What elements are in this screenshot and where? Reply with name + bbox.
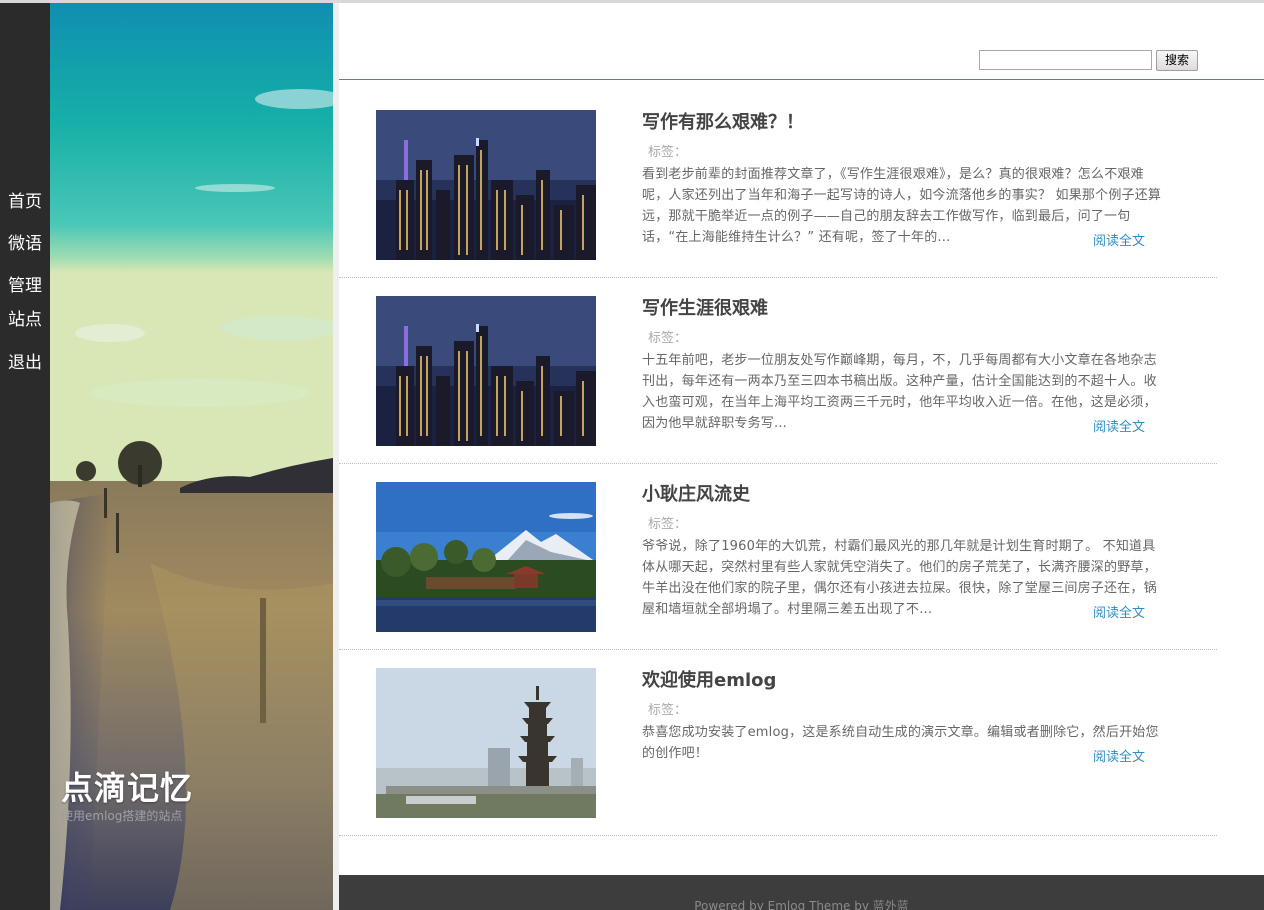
header-divider: [339, 79, 1264, 80]
post-tags: 标签：: [648, 331, 688, 346]
post-title[interactable]: 小耿庄风流史: [642, 480, 750, 506]
read-more-link[interactable]: 阅读全文: [1093, 746, 1145, 765]
read-more-link[interactable]: 阅读全文: [1093, 602, 1145, 621]
post-excerpt: 恭喜您成功安装了emlog，这是系统自动生成的演示文章。编辑或者删除它，然后开始…: [642, 725, 1159, 761]
post-item: 写作有那么艰难？！ 标签： 看到老步前辈的封面推荐文章了，《写作生涯很艰难》，是…: [339, 92, 1217, 278]
hero-banner: 点滴记忆 使用emlog搭建的站点: [50, 3, 333, 910]
post-thumbnail[interactable]: [376, 296, 596, 446]
nav-home[interactable]: 首页: [8, 192, 42, 212]
post-tags: 标签：: [648, 517, 688, 532]
search-button[interactable]: 搜索: [1156, 50, 1198, 71]
post-thumbnail[interactable]: [376, 110, 596, 260]
city-night-image: [376, 296, 596, 446]
pagoda-image: [376, 668, 596, 818]
read-more-link[interactable]: 阅读全文: [1093, 416, 1145, 435]
site-title[interactable]: 点滴记忆: [61, 763, 193, 809]
footer-credits: Powered by Emlog Theme by 蓝外蓝: [694, 899, 909, 910]
post-thumbnail[interactable]: [376, 668, 596, 818]
nav-logout[interactable]: 退出: [8, 353, 42, 373]
post-tags: 标签：: [648, 703, 688, 718]
post-title[interactable]: 写作有那么艰难？！: [642, 108, 804, 134]
post-title[interactable]: 写作生涯很艰难: [642, 294, 768, 320]
site-subtitle: 使用emlog搭建的站点: [61, 809, 183, 823]
post-excerpt: 十五年前吧，老步一位朋友处写作巅峰期，每月，不，几乎每周都有大小文章在各地杂志刊…: [642, 353, 1157, 431]
post-tags: 标签：: [648, 145, 688, 160]
main-content: 搜索 写作有那么艰难？！ 标签： 看到老步前辈的封面推荐文章了，《写作生涯很艰难…: [339, 3, 1264, 910]
footer: Powered by Emlog Theme by 蓝外蓝: [339, 875, 1264, 910]
search-input[interactable]: [979, 50, 1152, 70]
post-excerpt: 爷爷说，除了1960年的大饥荒，村霸们最风光的那几年就是计划生育时期了。 不知道…: [642, 539, 1157, 617]
post-item: 小耿庄风流史 标签： 爷爷说，除了1960年的大饥荒，村霸们最风光的那几年就是计…: [339, 464, 1217, 650]
post-item: 欢迎使用emlog 标签： 恭喜您成功安装了emlog，这是系统自动生成的演示文…: [339, 650, 1217, 836]
nav-admin[interactable]: 管理: [8, 276, 42, 296]
post-excerpt: 看到老步前辈的封面推荐文章了，《写作生涯很艰难》，是么？真的很艰难？怎么不艰难呢…: [642, 167, 1162, 245]
post-divider: [339, 835, 1217, 836]
post-thumbnail[interactable]: [376, 482, 596, 632]
read-more-link[interactable]: 阅读全文: [1093, 230, 1145, 249]
side-nav: 首页 微语 管理 站点 退出: [0, 3, 50, 910]
nav-twitter[interactable]: 微语: [8, 234, 42, 254]
post-item: 写作生涯很艰难 标签： 十五年前吧，老步一位朋友处写作巅峰期，每月，不，几乎每周…: [339, 278, 1217, 464]
snow-mountain-lake-image: [376, 482, 596, 632]
post-title[interactable]: 欢迎使用emlog: [642, 666, 776, 692]
nav-site[interactable]: 站点: [8, 310, 42, 330]
city-night-image: [376, 110, 596, 260]
